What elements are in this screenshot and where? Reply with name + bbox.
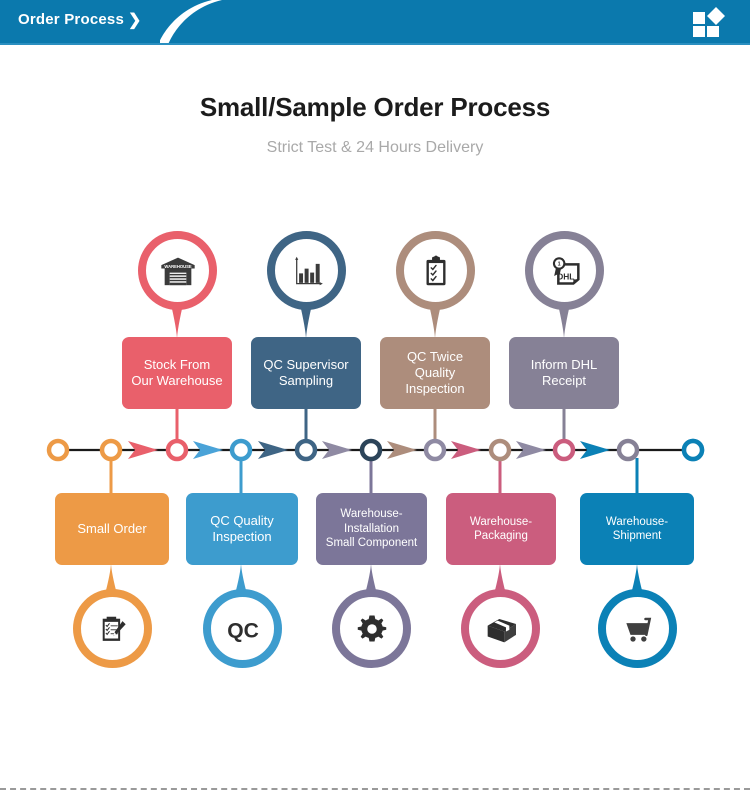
- bottom-step-label-5: Warehouse- Shipment: [605, 515, 669, 542]
- top-step-label-3: QC Twice Quality Inspection: [405, 348, 465, 397]
- bottom-step-box-1[interactable]: Small Order: [55, 493, 169, 565]
- qc-text-icon: QC: [227, 619, 259, 642]
- process-diagram-connectors: [46, 300, 705, 598]
- step-icon-qc-supervisor: [267, 231, 346, 310]
- bottom-step-label-3: Warehouse- Installation Small Component: [325, 508, 418, 550]
- svg-text:DHL: DHL: [557, 271, 574, 281]
- top-step-box-1[interactable]: Stock From Our Warehouse: [122, 337, 232, 409]
- header-title: Order Process: [18, 11, 124, 28]
- bottom-step-icon-installation: [332, 589, 411, 668]
- bottom-step-box-2[interactable]: QC Quality Inspection: [186, 493, 298, 565]
- svg-text:1: 1: [557, 261, 560, 267]
- step-icon-warehouse: WAREHOUSE: [138, 231, 217, 310]
- bar-chart-icon: [294, 256, 323, 285]
- svg-text:WAREHOUSE: WAREHOUSE: [164, 263, 191, 268]
- bottom-step-box-5[interactable]: Warehouse- Shipment: [580, 493, 694, 565]
- bottom-step-icon-qc: QC: [203, 589, 282, 668]
- bottom-step-box-3[interactable]: Warehouse- Installation Small Component: [316, 493, 427, 565]
- chevron-right-icon: ❯: [128, 12, 142, 29]
- shopping-cart-icon: [625, 617, 651, 642]
- top-step-box-2[interactable]: QC Supervisor Sampling: [251, 337, 361, 409]
- bottom-step-label-2: QC Quality Inspection: [210, 512, 274, 544]
- bottom-step-icon-small-order: [73, 589, 152, 668]
- bottom-step-icon-packaging: [461, 589, 540, 668]
- gear-icon: [357, 615, 386, 642]
- bottom-step-icon-shipment: [598, 589, 677, 668]
- package-box-icon: [487, 618, 516, 642]
- top-step-box-3[interactable]: QC Twice Quality Inspection: [380, 337, 490, 409]
- step-icon-dhl: 1 DHL: [525, 231, 604, 310]
- dhl-award-document-icon: 1 DHL: [552, 256, 580, 285]
- warehouse-icon: WAREHOUSE: [160, 257, 195, 285]
- order-process-infographic: Order Process ❯ Small/Sample Order Proce…: [0, 0, 750, 800]
- top-step-label-4: Inform DHL Receipt: [530, 356, 598, 388]
- clipboard-checklist-icon: [426, 255, 445, 285]
- bottom-step-label-4: Warehouse- Packaging: [469, 515, 533, 542]
- checklist-pencil-icon: [102, 616, 126, 641]
- footer-divider: [0, 788, 750, 790]
- bottom-step-box-4[interactable]: Warehouse- Packaging: [446, 493, 556, 565]
- squares-diamond-logo-icon: [693, 7, 725, 37]
- bottom-step-label-1: Small Order: [77, 520, 147, 536]
- top-step-box-4[interactable]: Inform DHL Receipt: [509, 337, 619, 409]
- top-step-label-1: Stock From Our Warehouse: [131, 356, 223, 388]
- svg-text:QC: QC: [227, 619, 259, 642]
- step-icon-qc-twice: [396, 231, 475, 310]
- top-step-label-2: QC Supervisor Sampling: [263, 356, 349, 388]
